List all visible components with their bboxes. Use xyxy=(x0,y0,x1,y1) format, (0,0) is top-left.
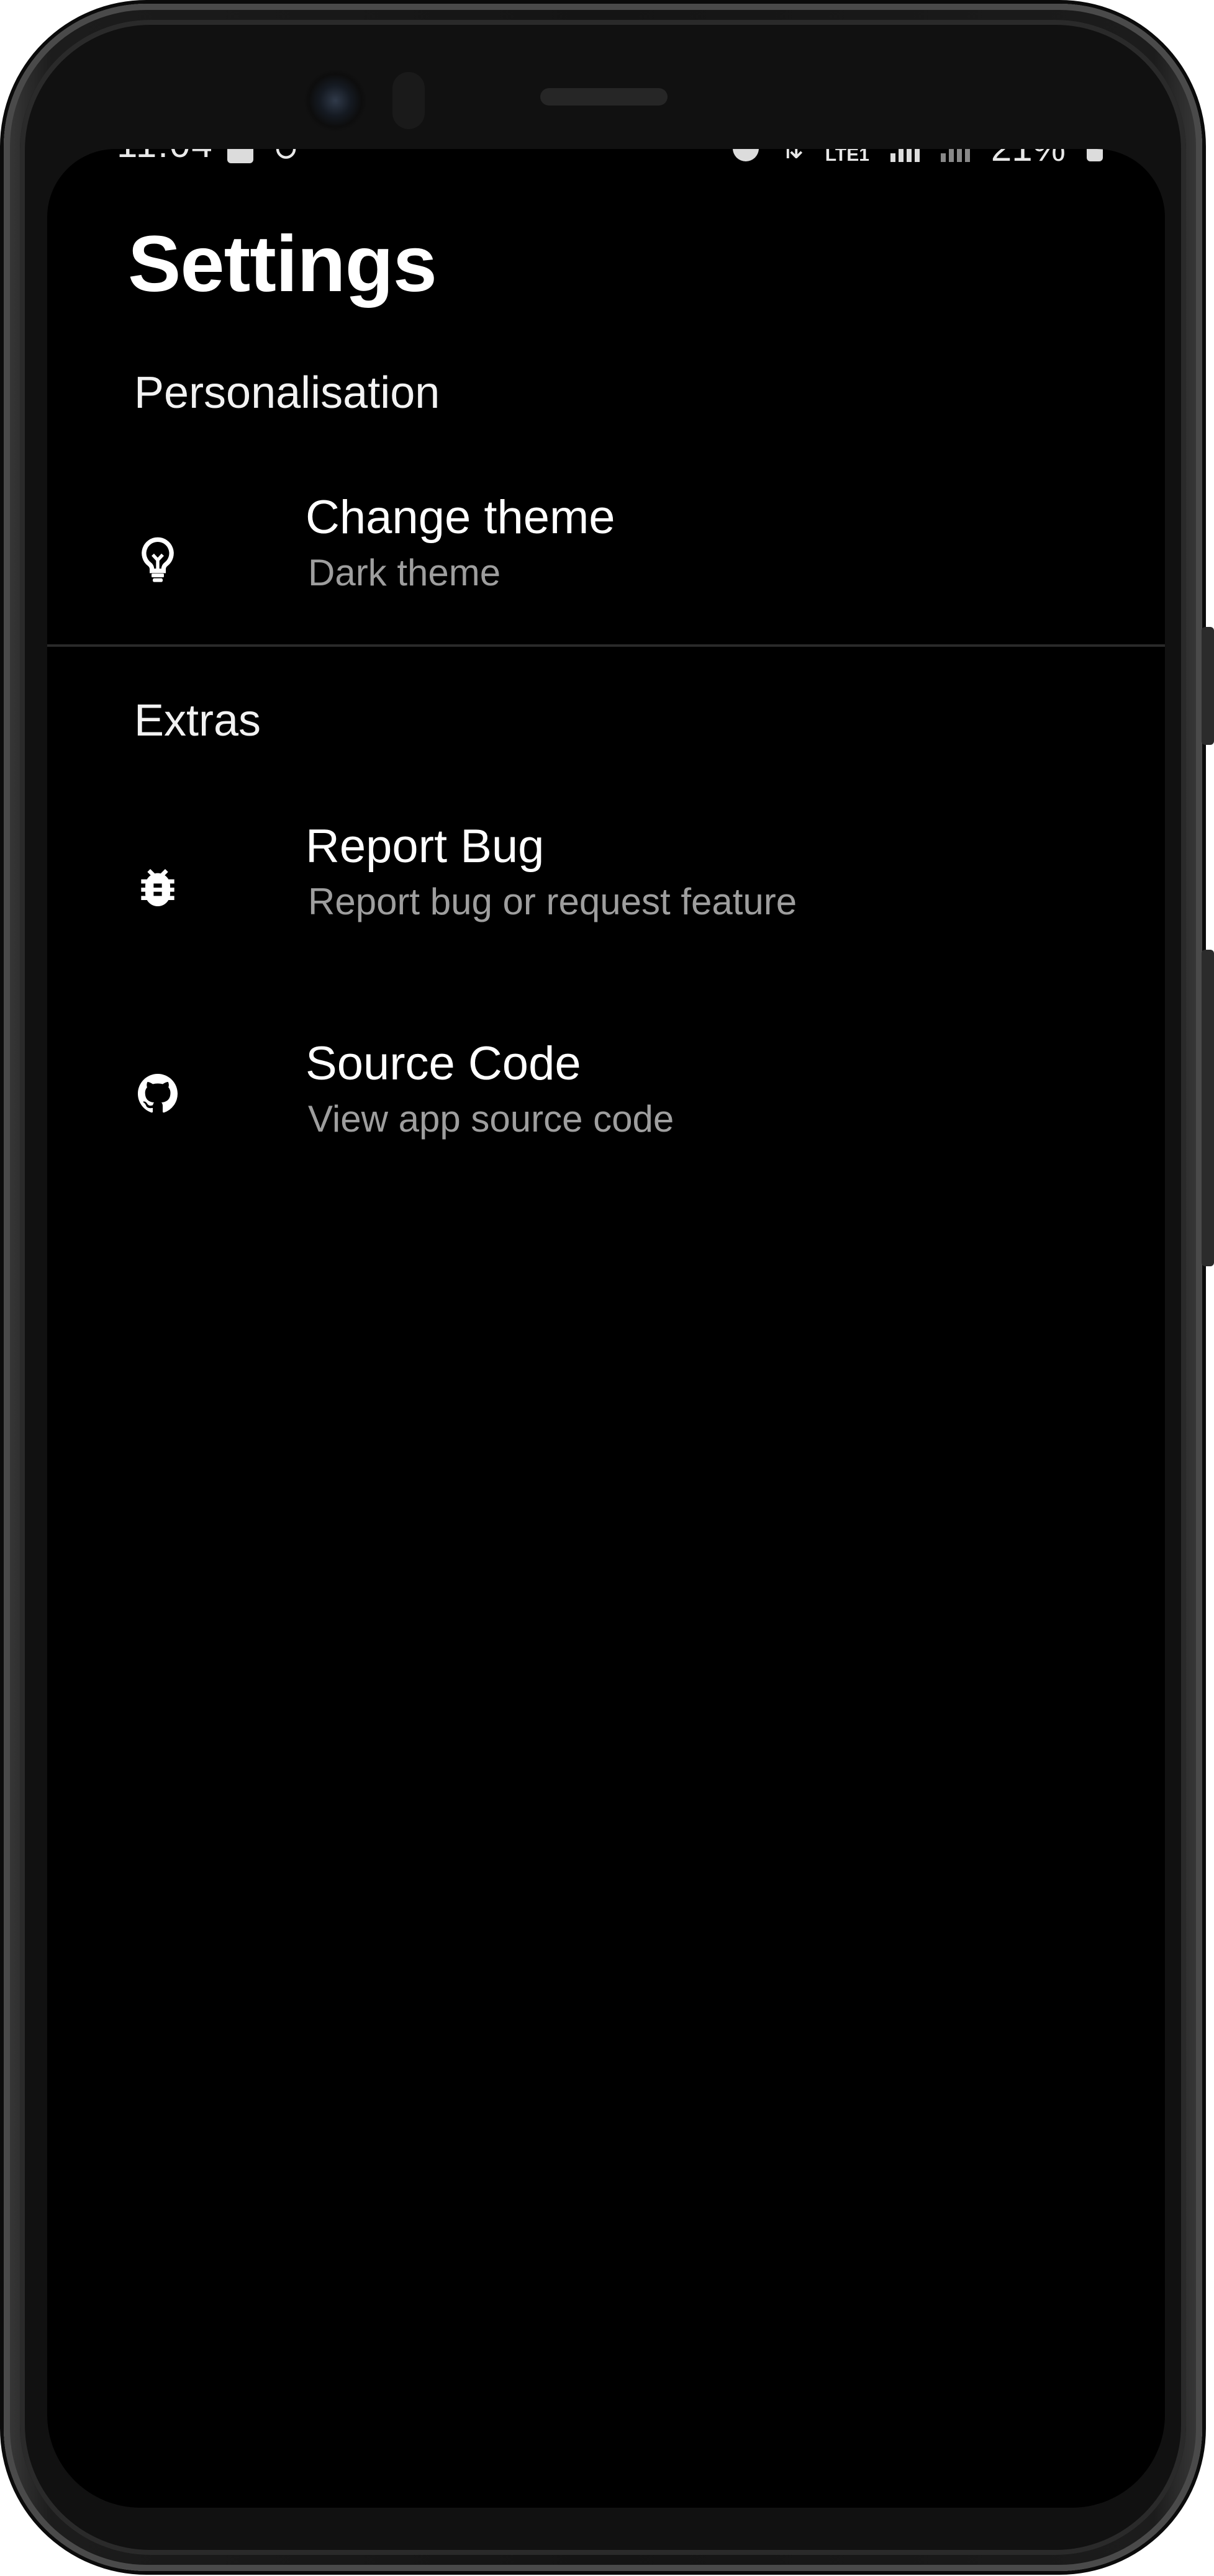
section-header-extras: Extras xyxy=(134,696,261,745)
status-left-icons: ↻ xyxy=(227,149,299,169)
app-screen: 11:04 ↻ ⇅ LTE1 21% Settings Pe xyxy=(47,149,1165,2508)
status-right-icons: ⇅ LTE1 21% xyxy=(733,149,1103,169)
data-transfer-icon: ⇅ xyxy=(780,149,804,165)
settings-item-change-theme[interactable]: Change theme Dark theme xyxy=(47,472,1165,621)
status-bar: 11:04 ↻ ⇅ LTE1 21% xyxy=(47,149,1165,173)
settings-item-report-bug[interactable]: Report Bug Report bug or request feature xyxy=(47,801,1165,950)
sim-card-icon xyxy=(227,149,253,163)
report-bug-subtitle: Report bug or request feature xyxy=(308,881,797,922)
front-camera xyxy=(304,70,366,132)
device-screenshot: 11:04 ↻ ⇅ LTE1 21% Settings Pe xyxy=(0,0,1214,2576)
settings-item-source-code[interactable]: Source Code View app source code xyxy=(47,1018,1165,1167)
phone-side-button-upper xyxy=(1202,627,1214,745)
status-time: 11:04 xyxy=(117,149,214,166)
source-code-title: Source Code xyxy=(306,1037,581,1090)
signal-strength-secondary-icon xyxy=(940,149,970,162)
sync-icon: ↻ xyxy=(272,149,299,168)
signal-strength-icon xyxy=(890,149,920,162)
proximity-sensor xyxy=(392,72,425,129)
github-icon xyxy=(138,1074,178,1114)
page-title: Settings xyxy=(128,220,437,308)
change-theme-subtitle: Dark theme xyxy=(308,552,501,593)
report-bug-title: Report Bug xyxy=(306,820,545,873)
earpiece-speaker xyxy=(540,88,668,106)
network-type: LTE1 xyxy=(825,149,869,165)
change-theme-title: Change theme xyxy=(306,491,615,544)
alarm-icon xyxy=(733,149,759,161)
phone-side-button-lower xyxy=(1202,950,1214,1266)
bug-icon xyxy=(133,863,183,912)
section-header-personalisation: Personalisation xyxy=(134,368,440,418)
battery-level: 21% xyxy=(991,149,1066,169)
battery-icon xyxy=(1087,149,1103,161)
section-divider xyxy=(47,644,1165,647)
lightbulb-icon xyxy=(133,535,183,585)
source-code-subtitle: View app source code xyxy=(308,1098,674,1140)
